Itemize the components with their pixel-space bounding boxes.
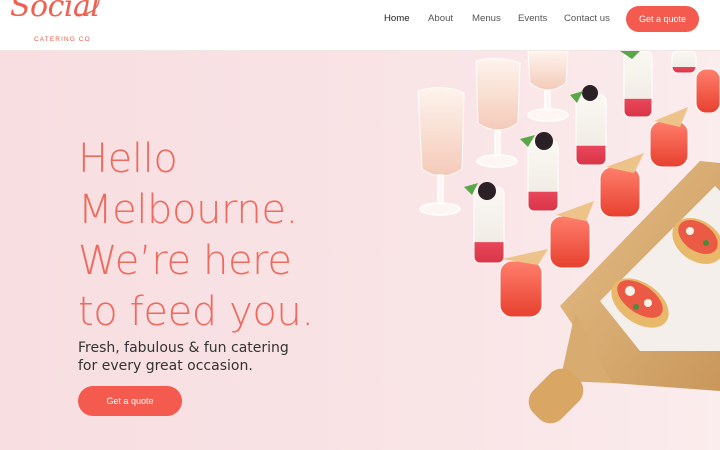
subtitle-line-1: Fresh, fabulous & fun catering (78, 340, 289, 356)
nav-home[interactable]: Home (384, 12, 410, 26)
site-header: Social CATERING CO Home About Menus Even… (0, 0, 720, 51)
subtitle-line-2: for every great occasion. (78, 358, 253, 374)
logo-subtitle: CATERING CO (34, 36, 91, 43)
nav-about[interactable]: About (428, 12, 453, 26)
hero-get-a-quote-button[interactable]: Get a quote (78, 386, 182, 416)
headline-line-4: to feed you. (78, 289, 314, 335)
logo-script-text: Social (10, 0, 100, 24)
headline-line-1: Hello (78, 136, 178, 182)
headline-line-2: Melbourne. (78, 187, 298, 233)
nav-menus[interactable]: Menus (472, 12, 501, 26)
hero-subtitle: Fresh, fabulous & fun catering for every… (78, 339, 338, 375)
get-a-quote-button[interactable]: Get a quote (626, 6, 699, 32)
nav-contact-us[interactable]: Contact us (564, 12, 610, 26)
logo[interactable]: Social CATERING CO (10, 0, 110, 48)
headline-line-3: We’re here (78, 238, 292, 284)
hero-headline: Hello Melbourne. We’re here to feed you. (78, 134, 398, 338)
hero-section: Hello Melbourne. We’re here to feed you.… (0, 51, 720, 450)
nav-events[interactable]: Events (518, 12, 547, 26)
